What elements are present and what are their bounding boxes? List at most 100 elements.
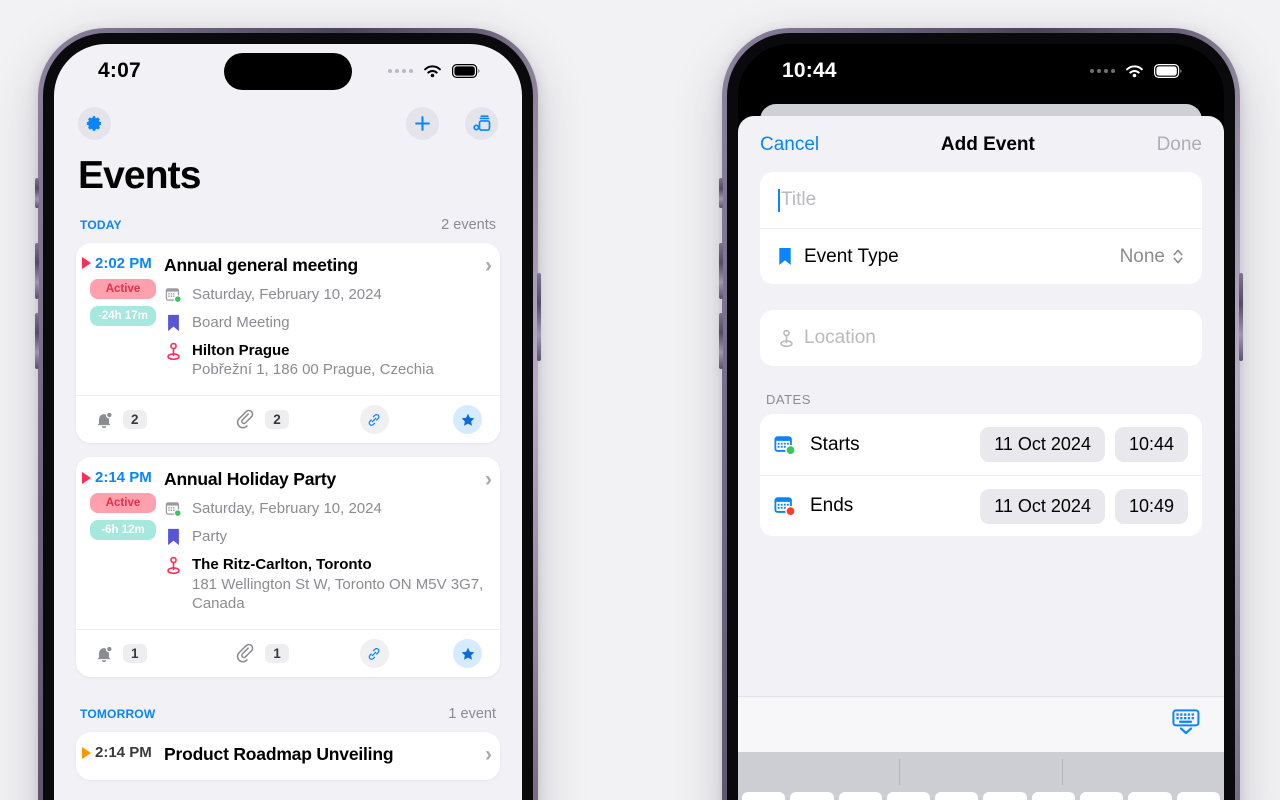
key-t[interactable]: T (935, 792, 979, 800)
section-title: Tomorrow (80, 703, 156, 723)
cellular-dots-icon (1090, 69, 1115, 73)
ends-date-chip[interactable]: 11 Oct 2024 (980, 488, 1105, 524)
event-type-value-group[interactable]: None (1120, 246, 1184, 268)
title-type-group: Title Event Type None (760, 172, 1202, 284)
dynamic-island (224, 53, 352, 90)
volume-up-button[interactable] (719, 243, 723, 299)
event-time-row: 2:14 PM (82, 469, 164, 486)
chevron-right-icon[interactable]: › (485, 255, 492, 276)
power-button[interactable] (537, 273, 541, 361)
title-field-row[interactable]: Title (760, 172, 1202, 228)
event-card-sidebar: 2:14 PM (76, 744, 164, 774)
link-action[interactable] (318, 405, 430, 435)
status-badge: Active (90, 278, 156, 299)
alarm-action[interactable]: 1 (94, 644, 206, 664)
cancel-button[interactable]: Cancel (760, 134, 819, 156)
screen-add-event: 10:44 Cancel Add Event Done Title Event … (738, 44, 1224, 800)
event-type-label: Event Type (804, 245, 899, 267)
key-y[interactable]: Y (983, 792, 1027, 800)
event-card-main: Product Roadmap Unveiling › (164, 744, 500, 774)
event-card[interactable]: 2:14 PM Active -6h 12m Annual Holiday Pa… (76, 457, 500, 678)
key-i[interactable]: I (1080, 792, 1124, 800)
location-field-row[interactable]: Location (760, 310, 1202, 366)
chevron-updown-icon (1173, 249, 1183, 264)
key-o[interactable]: O (1128, 792, 1172, 800)
event-card-body: 2:14 PM Active -6h 12m Annual Holiday Pa… (76, 457, 500, 629)
volume-down-button[interactable] (35, 313, 39, 369)
add-event-button[interactable] (406, 106, 439, 140)
done-button[interactable]: Done (1157, 134, 1202, 156)
on-screen-keyboard[interactable]: QWERTYUIOP (738, 752, 1224, 800)
chevron-right-icon[interactable]: › (485, 744, 492, 765)
event-date: Saturday, February 10, 2024 (192, 285, 382, 303)
battery-icon (452, 64, 480, 78)
key-w[interactable]: W (790, 792, 834, 800)
event-location-row: The Ritz-Carlton, Toronto 181 Wellington… (164, 555, 488, 614)
event-marker-icon (82, 257, 91, 270)
page-title: Events (78, 154, 201, 197)
status-badge: Active (90, 493, 156, 514)
layers-button[interactable] (465, 106, 498, 140)
power-button[interactable] (1239, 273, 1243, 361)
keyboard-dismiss-icon (1172, 709, 1200, 735)
event-venue: The Ritz-Carlton, Toronto (192, 556, 372, 574)
favorite-action[interactable] (430, 639, 482, 669)
key-r[interactable]: R (886, 792, 931, 800)
map-pin-icon (164, 555, 183, 575)
star-button[interactable] (453, 639, 482, 669)
bell-slash-icon (97, 411, 113, 428)
key-u[interactable]: U (1031, 792, 1076, 800)
volume-up-button[interactable] (35, 243, 39, 299)
link-action[interactable] (318, 639, 430, 669)
cellular-dots-icon (388, 69, 413, 73)
event-time: 2:02 PM (95, 254, 152, 272)
event-card[interactable]: 2:02 PM Active -24h 17m Annual general m… (76, 242, 500, 444)
key-e[interactable]: E (838, 792, 882, 800)
event-type-row[interactable]: Event Type None (760, 228, 1202, 284)
calendar-end-icon (774, 495, 800, 517)
layers-icon (472, 115, 490, 131)
favorite-action[interactable] (430, 405, 482, 435)
countdown-badge: -6h 12m (90, 520, 156, 541)
attachment-action[interactable]: 1 (206, 643, 318, 664)
ends-row[interactable]: Ends 11 Oct 2024 10:49 (760, 475, 1202, 536)
alarm-action[interactable]: 2 (94, 410, 206, 430)
starts-date-chip[interactable]: 11 Oct 2024 (980, 427, 1105, 462)
gear-icon (86, 115, 102, 131)
volume-down-button[interactable] (719, 313, 723, 369)
event-title: Annual Holiday Party (164, 469, 337, 490)
map-pin-icon (778, 329, 804, 348)
keyboard-row-1[interactable]: QWERTYUIOP (738, 792, 1224, 800)
key-p[interactable]: P (1176, 792, 1220, 800)
event-type: Party (192, 528, 228, 546)
predictive-bar[interactable] (738, 752, 1224, 792)
settings-button[interactable] (78, 106, 111, 140)
event-card[interactable]: 2:14 PM Product Roadmap Unveiling › (76, 732, 500, 781)
events-list[interactable]: Today 2 events 2:02 PM Active -24h 17m (54, 202, 522, 800)
sheet-title: Add Event (940, 134, 1035, 155)
event-card-actions: 1 1 (76, 629, 500, 677)
phone-right: 10:44 Cancel Add Event Done Title Event … (719, 28, 1243, 800)
calendar-start-icon (774, 434, 800, 456)
link-button[interactable] (359, 639, 389, 669)
events-toolbar (54, 98, 522, 144)
star-button[interactable] (453, 405, 482, 435)
keyboard-accessory-bar (738, 696, 1224, 752)
attachment-action[interactable]: 2 (206, 409, 318, 430)
section-header-tomorrow: Tomorrow 1 event (76, 691, 500, 732)
mute-switch[interactable] (35, 178, 39, 208)
predictive-separator (1061, 759, 1063, 785)
starts-time-chip[interactable]: 10:44 (1114, 427, 1188, 462)
starts-row[interactable]: Starts 11 Oct 2024 10:44 (760, 414, 1202, 475)
mute-switch[interactable] (719, 178, 723, 208)
ends-time-chip[interactable]: 10:49 (1114, 488, 1188, 524)
key-q[interactable]: Q (742, 792, 786, 800)
event-location-row: Hilton Prague Pobřežní 1, 186 00 Prague,… (164, 341, 488, 380)
chevron-right-icon[interactable]: › (485, 469, 492, 490)
ends-label: Ends (810, 495, 854, 516)
predictive-separator (899, 759, 901, 785)
event-card-sidebar: 2:14 PM Active -6h 12m (76, 469, 164, 623)
link-button[interactable] (359, 405, 389, 435)
keyboard-dismiss-button[interactable] (1172, 709, 1202, 740)
starts-label: Starts (810, 433, 860, 455)
